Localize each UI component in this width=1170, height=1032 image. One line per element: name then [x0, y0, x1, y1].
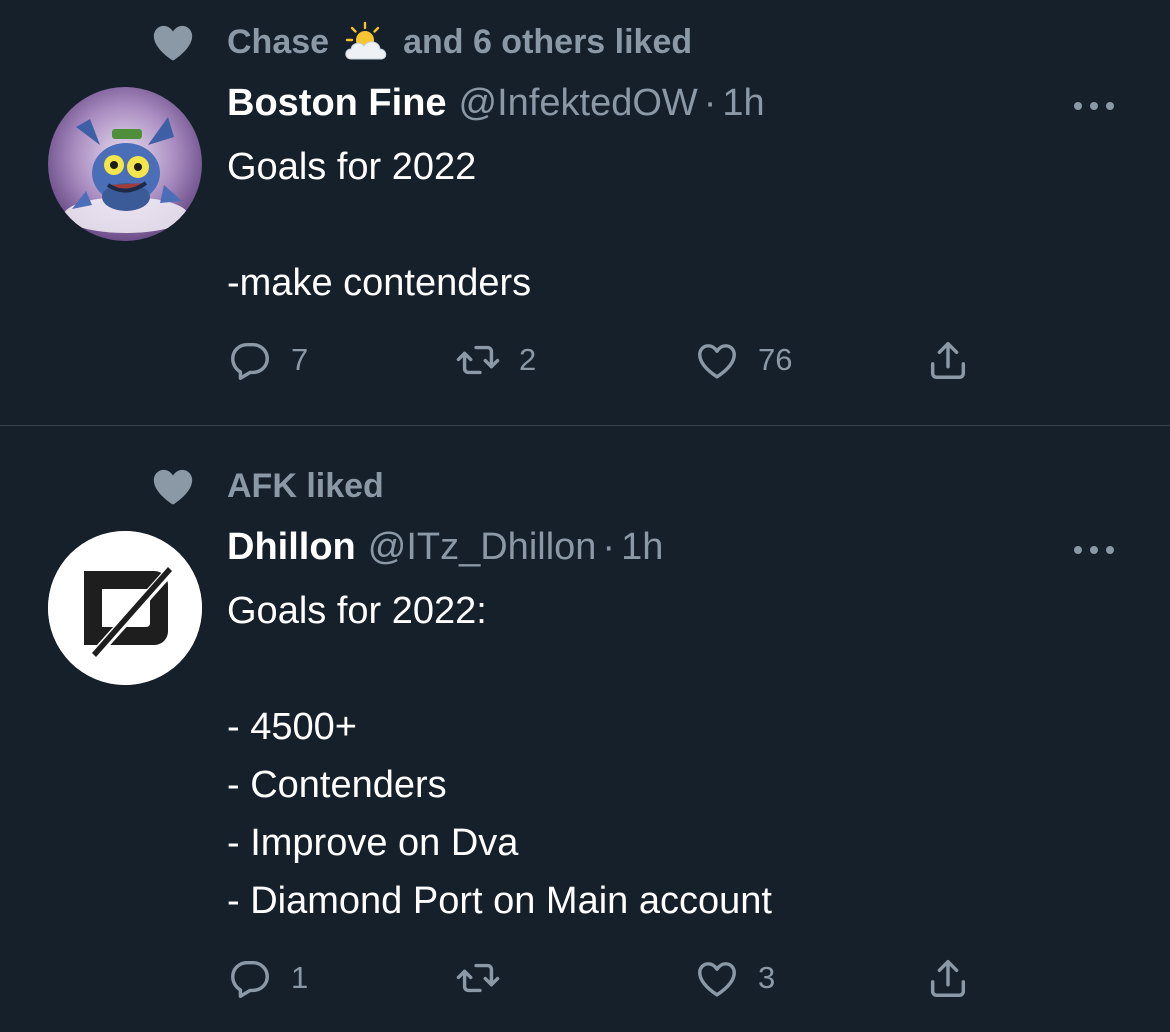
avatar[interactable] [48, 531, 202, 685]
reply-icon [231, 960, 269, 998]
retweet-count: 2 [519, 342, 537, 377]
share-button[interactable] [925, 953, 971, 1003]
tweet-line: - Diamond Port on Main account [227, 880, 772, 922]
timestamp[interactable]: 1h [621, 526, 663, 569]
timestamp[interactable]: 1h [722, 82, 764, 125]
display-name[interactable]: Boston Fine [227, 82, 447, 125]
share-icon [930, 341, 966, 379]
share-button[interactable] [925, 335, 971, 385]
user-handle[interactable]: @InfektedOW [459, 82, 698, 125]
tweet-actions: 1 3 [227, 953, 987, 1003]
tweet-card[interactable]: Chase and 6 others liked Boston Fine @In… [0, 0, 1170, 425]
tweet-line: - Improve on Dva [227, 822, 519, 864]
retweet-button[interactable]: 2 [455, 335, 536, 385]
like-button[interactable]: 3 [694, 953, 775, 1003]
reply-icon [231, 342, 269, 380]
retweet-button[interactable] [455, 953, 519, 1003]
more-options-icon[interactable] [1068, 540, 1120, 560]
tweet-line: - Contenders [227, 764, 447, 806]
like-icon [698, 962, 736, 997]
social-context: Chase and 6 others liked [150, 19, 692, 65]
social-context: AFK liked [150, 463, 384, 509]
liker-name[interactable]: Chase [227, 23, 329, 62]
like-icon [698, 344, 736, 379]
liked-by-others-text: and 6 others liked [403, 22, 693, 61]
reply-count: 7 [291, 342, 309, 377]
share-icon [930, 959, 966, 997]
tweet-card[interactable]: AFK liked Dhillon @ITz_Dhillon · 1h Goal… [0, 426, 1170, 1032]
tweet-text: Goals for 2022: - 4500+ - Contenders - I… [227, 582, 772, 930]
tweet-line [227, 196, 531, 254]
display-name[interactable]: Dhillon [227, 526, 356, 569]
liked-by-text[interactable]: AFK liked [227, 467, 384, 506]
creature-avatar [48, 87, 202, 241]
tweet-header: Dhillon @ITz_Dhillon · 1h [227, 526, 663, 572]
retweet-icon [456, 963, 500, 993]
more-options-icon[interactable] [1068, 96, 1120, 116]
sun-behind-cloud-icon [345, 21, 387, 60]
like-button[interactable]: 76 [694, 335, 792, 385]
separator-dot: · [602, 526, 616, 568]
tweet-line [227, 640, 772, 698]
tweet-line: - 4500+ [227, 706, 357, 748]
tweet-actions: 7 2 76 [227, 335, 987, 385]
reply-count: 1 [291, 960, 309, 995]
separator-dot: · [703, 82, 717, 124]
user-handle[interactable]: @ITz_Dhillon [368, 526, 597, 569]
reply-button[interactable]: 1 [227, 953, 308, 1003]
heart-icon [153, 25, 193, 61]
like-count: 76 [758, 342, 793, 377]
heart-icon [153, 469, 193, 505]
tweet-line: Goals for 2022 [227, 146, 477, 188]
reply-button[interactable]: 7 [227, 335, 308, 385]
tweet-header: Boston Fine @InfektedOW · 1h [227, 82, 765, 128]
avatar[interactable] [48, 87, 202, 241]
tweet-line: Goals for 2022: [227, 590, 487, 632]
tweet-line: -make contenders [227, 262, 532, 304]
tweet-text: Goals for 2022 -make contenders [227, 138, 531, 312]
like-count: 3 [758, 960, 776, 995]
retweet-icon [456, 345, 500, 375]
d-logo-avatar [48, 531, 202, 685]
